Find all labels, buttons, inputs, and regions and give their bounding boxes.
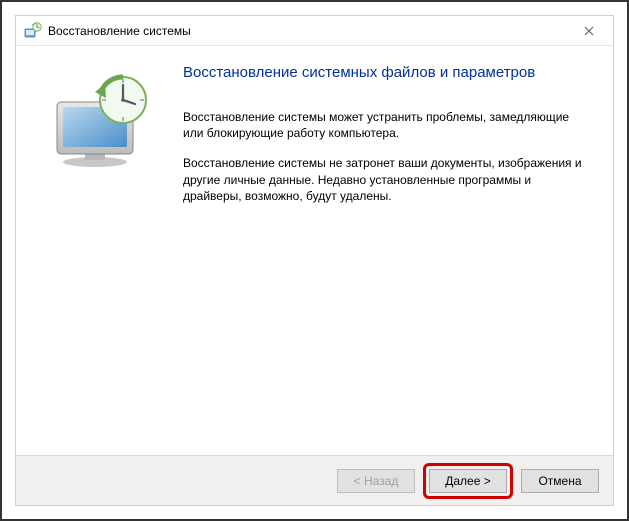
paragraph-1: Восстановление системы может устранить п…	[183, 109, 589, 141]
window-title: Восстановление системы	[48, 24, 569, 38]
icon-column	[40, 64, 175, 445]
next-button[interactable]: Далее >	[429, 469, 507, 493]
text-column: Восстановление системных файлов и параме…	[175, 64, 589, 445]
content-area: Восстановление системных файлов и параме…	[16, 46, 613, 455]
system-restore-icon	[24, 22, 42, 40]
close-button[interactable]	[569, 17, 609, 45]
screenshot-frame: Восстановление системы	[0, 0, 629, 521]
titlebar: Восстановление системы	[16, 16, 613, 46]
highlight-annotation: Далее >	[423, 463, 513, 499]
back-button[interactable]: < Назад	[337, 469, 415, 493]
paragraph-2: Восстановление системы не затронет ваши …	[183, 155, 589, 204]
system-restore-large-icon	[45, 74, 155, 169]
cancel-button[interactable]: Отмена	[521, 469, 599, 493]
button-footer: < Назад Далее > Отмена	[16, 455, 613, 505]
dialog-window: Восстановление системы	[15, 15, 614, 506]
main-heading: Восстановление системных файлов и параме…	[183, 64, 589, 81]
